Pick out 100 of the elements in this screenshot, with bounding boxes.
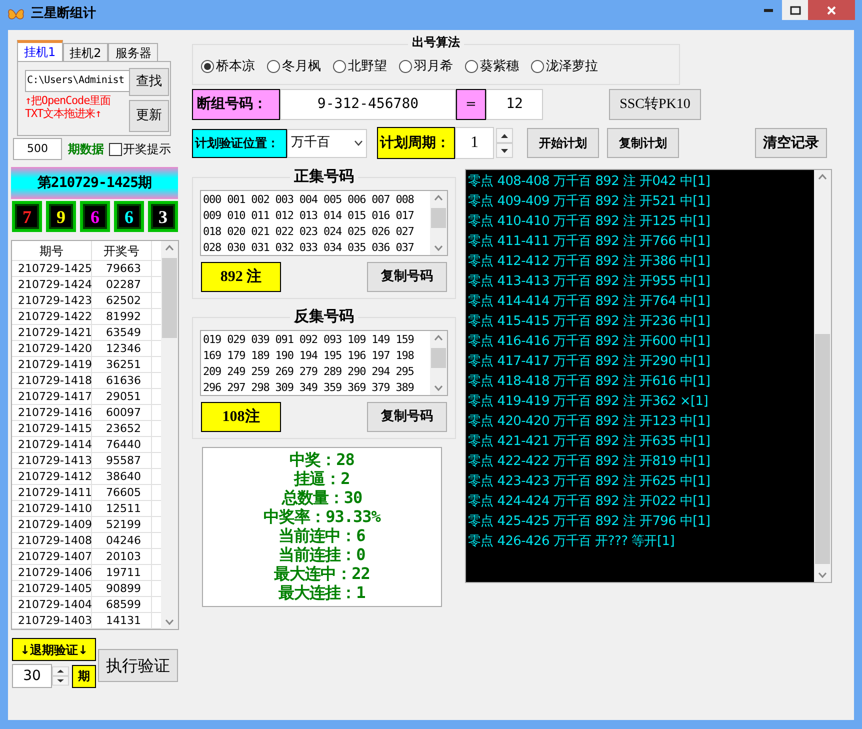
period-data-label: 期数据 bbox=[68, 141, 104, 158]
scroll-up-icon[interactable] bbox=[818, 174, 827, 180]
table-cell: 210729-1421 bbox=[12, 325, 92, 340]
up-arrow-icon bbox=[57, 670, 64, 673]
radio-label: 冬月枫 bbox=[282, 58, 321, 76]
radio-button[interactable] bbox=[333, 60, 346, 73]
current-period-banner: 第210729-1425期 bbox=[11, 167, 178, 199]
scroll-up-icon[interactable] bbox=[434, 335, 443, 341]
group-title: 出号算法 bbox=[408, 34, 464, 50]
run-verify-button[interactable]: 执行验证 bbox=[98, 649, 178, 682]
group-code-field[interactable]: 9-312-456780 bbox=[280, 89, 456, 120]
table-cell: 210729-1403 bbox=[12, 613, 92, 628]
table-cell: 210729-1404 bbox=[12, 597, 92, 612]
radio-button[interactable] bbox=[267, 60, 280, 73]
log-line: 零点 413-413 万千百 892 注 开955 中[1] bbox=[468, 273, 712, 291]
plan-cycle-field[interactable]: 1 bbox=[455, 127, 494, 159]
number-line: 019 029 039 091 092 093 109 149 159 bbox=[203, 332, 415, 348]
plan-cycle-label: 计划周期： bbox=[377, 127, 455, 159]
ssc-convert-button[interactable]: SSC转PK10 bbox=[609, 89, 701, 120]
period-unit-label: 期 bbox=[72, 664, 96, 688]
copy-numbers-button[interactable]: 复制号码 bbox=[367, 262, 447, 292]
scrollbar[interactable] bbox=[161, 241, 178, 629]
scrollbar[interactable] bbox=[814, 170, 831, 582]
scroll-thumb[interactable] bbox=[431, 348, 446, 368]
table-cell: 63549 bbox=[92, 325, 152, 340]
scroll-up-icon[interactable] bbox=[434, 195, 443, 201]
log-line: 零点 411-411 万千百 892 注 开766 中[1] bbox=[468, 233, 712, 251]
number-list-field[interactable]: 019 029 039 091 092 093 109 149 159 169 179 189 190 194 195 196 197 198 209 249 259 269 279 289 290 294 295 296 297 298 309 349 359 369 379 389 bbox=[200, 330, 448, 396]
number-line: 018 020 021 022 023 024 025 026 027 bbox=[203, 224, 415, 240]
up-arrow-icon bbox=[501, 134, 508, 138]
group-code-label: 断组号码： bbox=[192, 89, 280, 120]
bet-count-label: 108注 bbox=[201, 402, 281, 432]
scrollbar[interactable] bbox=[430, 191, 447, 255]
scroll-thumb[interactable] bbox=[162, 258, 177, 338]
column-header[interactable]: 期号 bbox=[12, 241, 92, 260]
scroll-down-icon[interactable] bbox=[434, 385, 443, 391]
table-cell: 95587 bbox=[92, 453, 152, 468]
table-cell: 60097 bbox=[92, 405, 152, 420]
file-path-field[interactable]: C:\Users\Administ bbox=[25, 70, 131, 92]
digit-text: 3 bbox=[158, 208, 168, 226]
period-count-field[interactable]: 500 bbox=[13, 138, 62, 160]
close-button[interactable] bbox=[808, 0, 855, 20]
hint-text: ↑把OpenCode里面 bbox=[25, 94, 112, 107]
number-line: 169 179 189 190 194 195 196 197 198 bbox=[203, 348, 415, 364]
tab[interactable]: 挂机2 bbox=[62, 43, 108, 61]
digit-text: 6 bbox=[124, 208, 134, 226]
radio-button[interactable] bbox=[399, 60, 412, 73]
table-cell: 12346 bbox=[92, 341, 152, 356]
maximize-icon bbox=[790, 6, 800, 14]
table-cell: 210729-1423 bbox=[12, 293, 92, 308]
number-list-field[interactable]: 000 001 002 003 004 005 006 007 008 009 010 011 012 013 014 015 016 017 018 020 021 022 023 024 025 026 027 028 030 031 032 033 034 035 036 037 bbox=[200, 190, 448, 256]
verify-position-select[interactable]: 万千百 bbox=[287, 128, 367, 158]
scroll-down-icon[interactable] bbox=[818, 572, 827, 578]
table-cell: 20103 bbox=[92, 549, 152, 564]
maximize-button[interactable] bbox=[782, 0, 808, 20]
spin-down-button[interactable] bbox=[52, 676, 69, 686]
spin-down-button[interactable] bbox=[496, 143, 513, 158]
table-cell: 210729-1411 bbox=[12, 485, 92, 500]
panel-title: 正集号码 bbox=[290, 167, 358, 185]
scroll-up-icon[interactable] bbox=[165, 245, 174, 251]
log-line: 零点 419-419 万千百 892 注 开362 ×[1] bbox=[468, 393, 710, 411]
radio-button[interactable] bbox=[201, 60, 214, 73]
result-field[interactable]: 12 bbox=[486, 89, 543, 120]
scroll-thumb[interactable] bbox=[431, 208, 446, 228]
log-line: 零点 420-420 万千百 892 注 开123 中[1] bbox=[468, 413, 712, 431]
tab[interactable]: 挂机1 bbox=[17, 40, 63, 61]
radio-label: 葵紫穗 bbox=[480, 58, 519, 76]
table-cell: 23652 bbox=[92, 421, 152, 436]
column-header[interactable]: 开奖号 bbox=[92, 241, 152, 260]
table-cell: 14131 bbox=[92, 613, 152, 628]
log-line: 零点 414-414 万千百 892 注 开764 中[1] bbox=[468, 293, 712, 311]
find-button[interactable]: 查找 bbox=[129, 68, 169, 96]
scroll-down-icon[interactable] bbox=[434, 245, 443, 251]
spin-up-button[interactable] bbox=[496, 128, 513, 143]
tab[interactable]: 服务器 bbox=[108, 43, 158, 61]
rollback-verify-button[interactable]: ↓退期验证↓ bbox=[12, 638, 96, 661]
clear-records-button[interactable]: 清空记录 bbox=[755, 128, 827, 158]
table-cell: 210729-1407 bbox=[12, 549, 92, 564]
table-cell: 210729-1414 bbox=[12, 437, 92, 452]
checkbox[interactable] bbox=[109, 142, 122, 156]
log-line: 零点 410-410 万千百 892 注 开125 中[1] bbox=[468, 213, 712, 231]
table-cell: 210729-1417 bbox=[12, 389, 92, 404]
copy-numbers-button[interactable]: 复制号码 bbox=[367, 402, 447, 432]
log-line: 零点 422-422 万千百 892 注 开819 中[1] bbox=[468, 453, 712, 471]
radio-label: 羽月希 bbox=[414, 58, 453, 76]
scrollbar[interactable] bbox=[430, 331, 447, 395]
table-cell: 38640 bbox=[92, 469, 152, 484]
window-title: 三星断组计 bbox=[31, 6, 96, 22]
plan-button[interactable]: 开始计划 bbox=[527, 128, 599, 158]
scroll-thumb[interactable] bbox=[815, 334, 830, 564]
spin-up-button[interactable] bbox=[52, 666, 69, 676]
update-button[interactable]: 更新 bbox=[129, 100, 169, 132]
rollback-count-field[interactable]: 30 bbox=[12, 664, 52, 688]
scroll-down-icon[interactable] bbox=[165, 619, 174, 625]
table-cell: 76605 bbox=[92, 485, 152, 500]
radio-button[interactable] bbox=[465, 60, 478, 73]
radio-button[interactable] bbox=[531, 60, 544, 73]
plan-button[interactable]: 复制计划 bbox=[607, 128, 679, 158]
log-line: 零点 425-425 万千百 892 注 开796 中[1] bbox=[468, 513, 712, 531]
table-cell: 19711 bbox=[92, 565, 152, 580]
